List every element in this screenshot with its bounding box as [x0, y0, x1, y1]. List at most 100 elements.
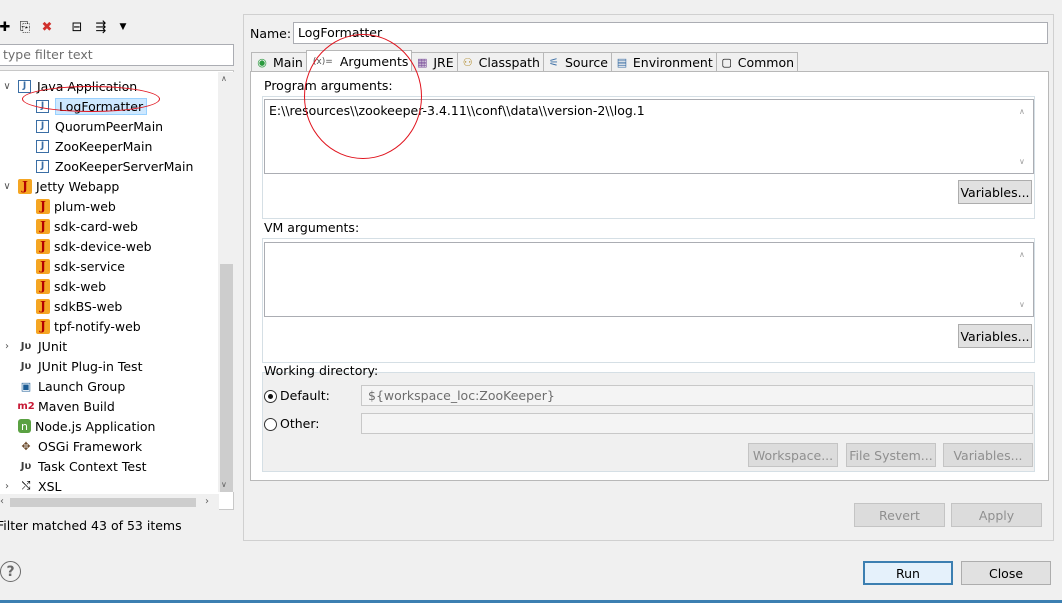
expand-chevron-icon[interactable]: ∨: [0, 181, 14, 192]
tree-item[interactable]: Jsdk-web: [36, 276, 106, 296]
tree-item[interactable]: n Node.js Application: [0, 416, 155, 436]
java-app-icon: J: [18, 79, 31, 93]
run-button-label: Run: [896, 565, 920, 581]
tree-item-label: sdk-service: [54, 258, 125, 274]
tree-item[interactable]: Jtpf-notify-web: [36, 316, 141, 336]
run-button[interactable]: Run: [863, 561, 953, 585]
tree-vertical-scroll-thumb[interactable]: [220, 264, 233, 492]
jre-tab-icon: ▦: [417, 56, 428, 69]
junit-plugin-icon: Jυ: [20, 360, 32, 372]
tree-item-label: LogFormatter: [55, 97, 148, 115]
tree-item[interactable]: › ⤭ XSL: [0, 476, 61, 496]
tree-item[interactable]: Jsdk-card-web: [36, 216, 138, 236]
tree-item-label: ZooKeeperMain: [55, 138, 153, 154]
vm-arguments-textarea[interactable]: ∧ ∨: [264, 242, 1034, 317]
scroll-left-icon[interactable]: ‹: [0, 496, 4, 507]
revert-button[interactable]: Revert: [854, 503, 945, 527]
tree-item[interactable]: ▣ Launch Group: [0, 376, 126, 396]
collapse-chevron-icon[interactable]: ›: [0, 481, 14, 492]
tree-item[interactable]: J QuorumPeerMain: [36, 116, 163, 136]
tree-item[interactable]: J ZooKeeperMain: [36, 136, 152, 156]
common-tab-icon: ▢: [721, 56, 732, 69]
junit-icon: Jυ: [20, 340, 32, 352]
tab-arguments[interactable]: (x)= Arguments: [305, 50, 413, 72]
program-variables-button[interactable]: Variables...: [958, 180, 1032, 204]
tab-main[interactable]: ◉ Main: [251, 52, 307, 72]
tab-label: Common: [737, 55, 795, 70]
filter-input[interactable]: type filter text: [0, 44, 234, 66]
duplicate-config-icon[interactable]: ⎘: [16, 18, 34, 36]
java-launch-icon: J: [36, 99, 49, 113]
tree-item-label: Java Application: [37, 78, 138, 94]
java-launch-icon: J: [36, 159, 49, 173]
view-menu-chevron-icon[interactable]: ▼: [114, 18, 132, 36]
tree-item[interactable]: ∨ J Jetty Webapp: [0, 176, 119, 196]
tree-item-label: Launch Group: [38, 378, 126, 394]
program-arguments-textarea[interactable]: E:\\resources\\zookeeper-3.4.11\\conf\\d…: [264, 99, 1034, 174]
expand-chevron-icon[interactable]: ∨: [0, 81, 14, 92]
other-dir-field[interactable]: [361, 413, 1033, 434]
new-config-icon[interactable]: ✚: [0, 18, 14, 36]
tab-label: Environment: [632, 55, 713, 70]
scroll-down-icon[interactable]: ∨: [221, 480, 227, 489]
task-context-icon: Jυ: [20, 460, 32, 472]
working-directory-label: Working directory:: [264, 363, 379, 378]
tree-item[interactable]: › Jυ JUnit: [0, 336, 67, 356]
name-label: Name:: [250, 26, 292, 41]
tab-jre[interactable]: ▦ JRE: [411, 52, 458, 72]
filter-status-text: Filter matched 43 of 53 items: [0, 518, 182, 533]
default-dir-radio[interactable]: [264, 390, 277, 403]
filter-config-icon[interactable]: ⇶: [92, 18, 110, 36]
close-button[interactable]: Close: [961, 561, 1051, 585]
tab-source[interactable]: ⚟ Source: [542, 52, 612, 72]
tree-item-label: QuorumPeerMain: [55, 118, 164, 134]
tab-label: Source: [564, 55, 608, 70]
tab-environment[interactable]: ▤ Environment: [610, 52, 717, 72]
tree-item-label: JUnit Plug-in Test: [38, 358, 143, 374]
tab-common[interactable]: ▢ Common: [715, 52, 799, 72]
jetty-icon: J: [36, 198, 50, 214]
tree-horizontal-scroll-thumb[interactable]: [10, 498, 196, 507]
workspace-button[interactable]: Workspace...: [748, 443, 838, 467]
tree-item[interactable]: Jsdk-device-web: [36, 236, 152, 256]
other-dir-radio[interactable]: [264, 418, 277, 431]
tree-item[interactable]: Jsdk-service: [36, 256, 125, 276]
default-dir-field: ${workspace_loc:ZooKeeper}: [361, 385, 1033, 406]
main-tab-icon: ◉: [257, 56, 267, 69]
collapse-all-icon[interactable]: ⊟: [68, 18, 86, 36]
tree-item-label: XSL: [38, 478, 62, 494]
config-tab-bar: ◉ Main (x)= Arguments ▦ JRE ⚇ Classpath ⚟ Source ▤…: [251, 50, 799, 72]
tree-item[interactable]: ∨ J Java Application: [0, 76, 137, 96]
tree-item[interactable]: m2 Maven Build: [0, 396, 115, 416]
vm-variables-button[interactable]: Variables...: [958, 324, 1032, 348]
tree-item[interactable]: J LogFormatter: [36, 96, 148, 116]
scroll-up-icon[interactable]: ∧: [221, 74, 227, 83]
tree-item[interactable]: J ZooKeeperServerMain: [36, 156, 193, 176]
tab-label: Arguments: [339, 54, 409, 69]
config-editor-panel: Name: LogFormatter ◉ Main (x)= Arguments ▦ JR…: [243, 14, 1054, 541]
vm-scroll-down-icon[interactable]: ∨: [1019, 297, 1031, 313]
delete-config-icon[interactable]: ✖: [38, 18, 56, 36]
collapse-chevron-icon[interactable]: ›: [0, 341, 14, 352]
tab-classpath[interactable]: ⚇ Classpath: [456, 52, 544, 72]
program-arguments-text: E:\\resources\\zookeeper-3.4.11\\conf\\d…: [269, 103, 645, 118]
java-launch-icon: J: [36, 119, 49, 133]
tree-item[interactable]: Jυ JUnit Plug-in Test: [0, 356, 143, 376]
vm-scroll-up-icon[interactable]: ∧: [1019, 247, 1031, 263]
tree-item[interactable]: ✥ OSGi Framework: [0, 436, 142, 456]
help-icon[interactable]: ?: [0, 561, 21, 582]
tree-item-label: tpf-notify-web: [54, 318, 141, 334]
config-name-field[interactable]: LogFormatter: [293, 22, 1048, 44]
scroll-right-icon[interactable]: ›: [205, 496, 209, 507]
tree-item[interactable]: Jplum-web: [36, 196, 116, 216]
tree-item[interactable]: JsdkBS-web: [36, 296, 122, 316]
textarea-scroll-down-icon[interactable]: ∨: [1019, 154, 1031, 170]
dir-variables-button[interactable]: Variables...: [943, 443, 1033, 467]
textarea-scroll-up-icon[interactable]: ∧: [1019, 104, 1031, 120]
file-system-button[interactable]: File System...: [846, 443, 936, 467]
jetty-icon: J: [36, 258, 50, 274]
tree-item[interactable]: Jυ Task Context Test: [0, 456, 147, 476]
tree-item-label: JUnit: [38, 338, 68, 354]
apply-button[interactable]: Apply: [951, 503, 1042, 527]
tree-item-label: sdk-device-web: [54, 238, 152, 254]
